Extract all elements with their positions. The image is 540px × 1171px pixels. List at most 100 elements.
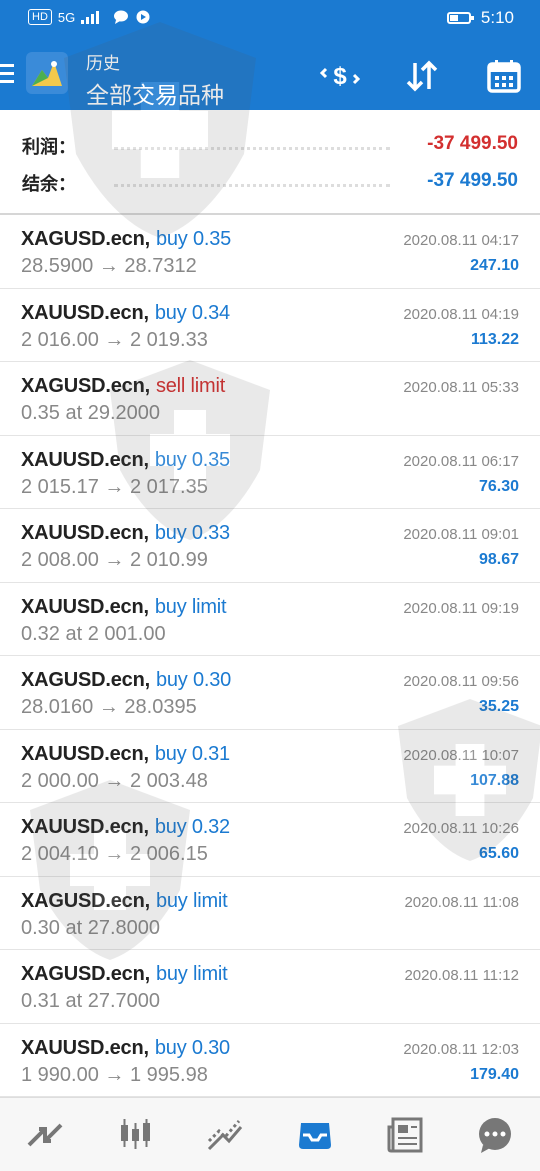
trade-row[interactable]: XAUUSD.ecn, buy 0.33 2 008.00 → 2 010.99 20… [0,509,540,583]
chat-icon [479,1117,511,1153]
sort-icon [406,60,438,92]
calendar-icon [487,60,521,93]
trade-detail: 2 004.10 → 2 006.15 [21,843,208,865]
trade-date: 2020.08.11 09:19 [403,599,519,617]
trade-symbol: XAUUSD.ecn, buy 0.33 [21,522,230,545]
chart-icon [121,1118,150,1149]
trade-date: 2020.08.11 10:07 [403,746,519,764]
trade-date: 2020.08.11 10:26 [403,820,519,837]
chat-notification-icon [114,10,129,24]
summary-panel: 利润： -37 499.50 结余： -37 499.50 [0,110,540,215]
trade-symbol: XAUUSD.ecn, buy 0.34 [21,302,230,325]
symbol-name: XAGUSD.ecn, [21,228,150,250]
bottom-navigation [0,1097,540,1171]
currency-exchange-button[interactable]: $ [320,58,360,94]
nav-quotes[interactable] [21,1111,69,1159]
trade-profit: 76.30 [478,477,519,495]
trade-detail: 2 016.00 → 2 019.33 [21,328,208,351]
trade-profit: 65.60 [478,845,519,862]
trade-detail: 28.0160 → 28.0395 [21,696,197,718]
symbol-name: XAGUSD.ecn, [21,963,150,985]
sort-button[interactable] [402,58,442,94]
symbol-name: XAUUSD.ecn, [21,742,149,765]
trade-row[interactable]: XAUUSD.ecn, buy 0.35 2 015.17 → 2 017.35 20… [0,436,540,509]
trade-profit: 247.10 [470,257,519,274]
trade-side: buy 0.30 [154,1036,230,1059]
trade-date: 2020.08.11 09:01 [403,526,519,543]
trade-row[interactable]: XAUUSD.ecn, buy limit 0.32 at 2 001.00 2020… [0,583,540,656]
status-right: 5:10 [446,8,514,28]
trade-profit: 179.40 [470,1065,519,1083]
trade-detail: 0.32 at 2 001.00 [21,622,166,645]
trade-date: 2020.08.11 11:12 [404,967,519,984]
trade-side: buy 0.35 [154,448,230,471]
trade-side: buy 0.33 [154,522,230,544]
battery-icon [446,12,474,24]
trade-profit: 113.22 [470,330,519,348]
dotted-leader [114,147,390,150]
trade-side: buy limit [155,963,228,985]
trade-row[interactable]: XAGUSD.ecn, buy 0.30 28.0160 → 28.0395 2020… [0,656,540,730]
trade-date: 2020.08.11 04:17 [403,232,519,249]
symbol-name: XAGUSD.ecn, [21,669,150,691]
trade-side: buy 0.30 [155,669,232,691]
trade-symbol: XAGUSD.ecn, sell limit [21,375,225,398]
trade-symbol: XAGUSD.ecn, buy limit [21,890,228,913]
trade-row[interactable]: XAGUSD.ecn, buy limit 0.30 at 27.8000 2020.… [0,877,540,950]
trade-symbol: XAGUSD.ecn, buy limit [21,963,228,986]
trade-symbol: XAUUSD.ecn, buy limit [21,595,227,619]
trade-detail: 0.30 at 27.8000 [21,916,161,939]
trade-detail: 1 990.00 → 1 995.98 [21,1063,208,1086]
trade-row[interactable]: XAGUSD.ecn, sell limit 0.35 at 29.2000 2020… [0,362,540,436]
trade-icon [207,1119,243,1150]
symbol-name: XAUUSD.ecn, [21,595,149,618]
header-title: 全部交易品种 [86,82,224,108]
profit-row: 利润： -37 499.50 [22,133,518,163]
trade-side: buy limit [155,889,228,912]
trade-symbol: XAUUSD.ecn, buy 0.30 [21,1037,230,1060]
trade-side: buy 0.31 [154,742,230,765]
trade-symbol: XAGUSD.ecn, buy 0.30 [21,669,231,692]
trade-detail: 0.31 at 27.7000 [21,990,161,1012]
calendar-button[interactable] [484,58,524,94]
dotted-leader [114,184,390,187]
trade-profit: 107.88 [470,771,519,789]
trade-row[interactable]: XAUUSD.ecn, buy 0.30 1 990.00 → 1 995.98 20… [0,1024,540,1097]
balance-row: 结余： -37 499.50 [22,170,518,200]
menu-icon[interactable] [0,64,14,84]
symbol-name: XAGUSD.ecn, [21,375,150,397]
trade-row[interactable]: XAGUSD.ecn, buy limit 0.31 at 27.7000 2020.… [0,950,540,1024]
trade-detail: 2 000.00 → 2 003.48 [21,769,208,792]
trade-side: sell limit [155,375,226,397]
trade-date: 2020.08.11 12:03 [403,1040,519,1058]
sound-icon [136,10,150,24]
trade-date: 2020.08.11 04:19 [403,305,519,323]
news-icon [387,1117,423,1152]
profit-value: -37 499.50 [427,133,518,154]
profit-label: 利润： [22,137,76,157]
status-bar: HD 5G 5:10 [0,0,540,38]
app-bar: 历史 全部交易品种 $ [0,38,540,110]
nav-chart[interactable] [111,1111,159,1159]
trade-row[interactable]: XAUUSD.ecn, buy 0.32 2 004.10 → 2 006.15 20… [0,803,540,877]
symbol-name: XAUUSD.ecn, [21,522,149,544]
symbol-name: XAUUSD.ecn, [21,448,149,471]
nav-news[interactable] [381,1111,429,1159]
app-logo [26,52,68,94]
trade-date: 2020.08.11 09:56 [403,673,519,690]
trade-row[interactable]: XAUUSD.ecn, buy 0.31 2 000.00 → 2 003.48 20… [0,730,540,803]
trade-row[interactable]: XAUUSD.ecn, buy 0.34 2 016.00 → 2 019.33 20… [0,289,540,362]
trade-profit: 98.67 [478,551,519,568]
nav-trade[interactable] [201,1111,249,1159]
nav-history[interactable] [291,1111,339,1159]
clock: 5:10 [480,8,514,27]
header-subtitle: 历史 [86,54,120,73]
trade-symbol: XAUUSD.ecn, buy 0.32 [21,816,230,839]
trade-profit: 35.25 [478,698,519,715]
trade-row[interactable]: XAGUSD.ecn, buy 0.35 28.5900 → 28.7312 2020… [0,215,540,289]
symbol-name: XAUUSD.ecn, [21,301,149,324]
trade-side: buy 0.35 [155,228,232,250]
trade-side: buy limit [154,595,227,618]
history-icon [299,1122,331,1149]
nav-chat[interactable] [471,1111,519,1159]
